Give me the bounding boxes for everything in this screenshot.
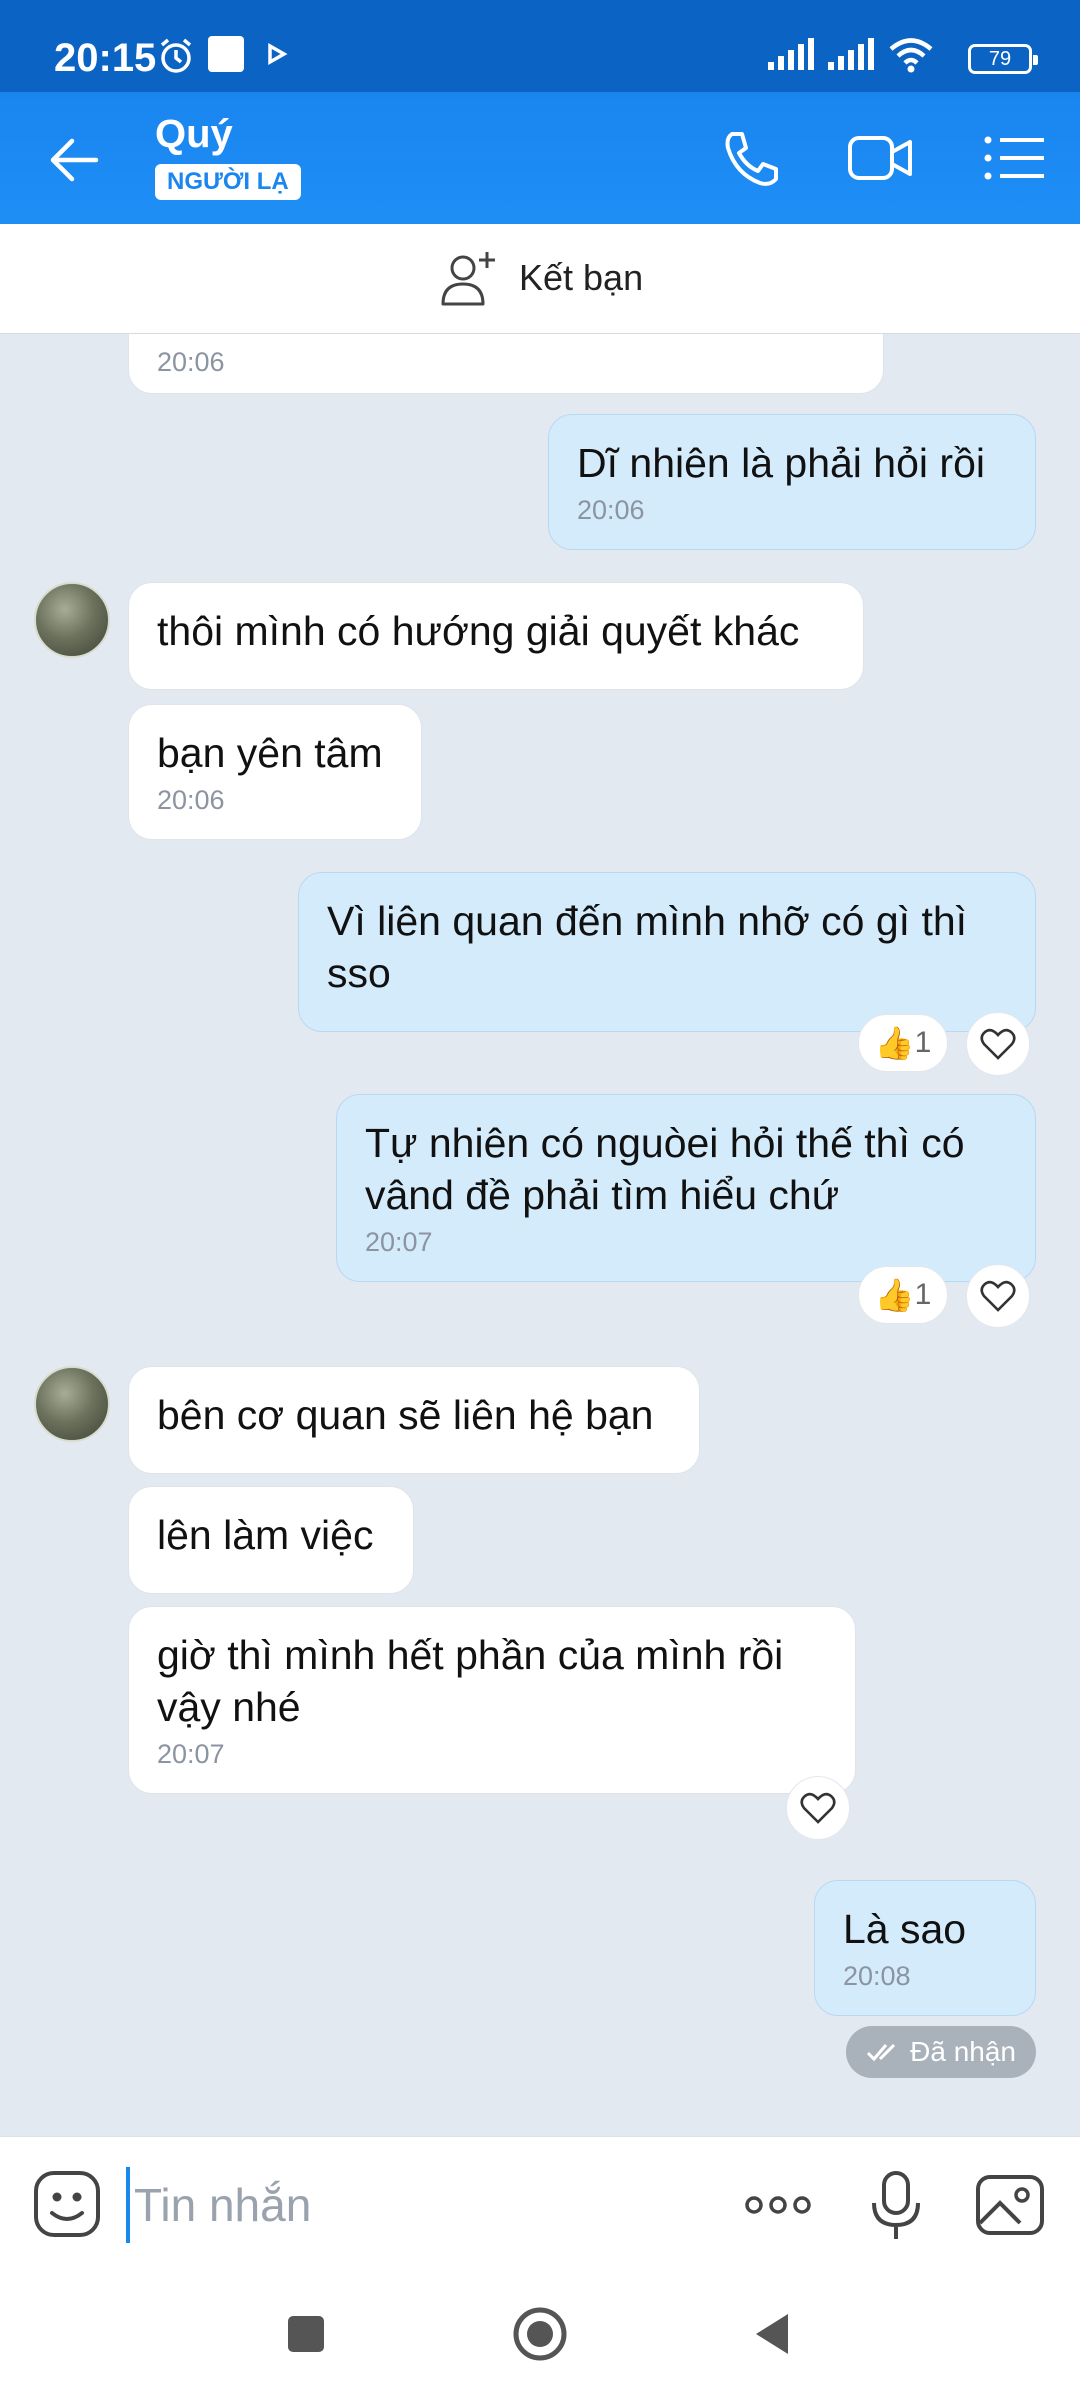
message-list: 20:06 Dĩ nhiên là phải hỏi rồi 20:06 thô…: [0, 334, 1080, 2134]
heart-icon[interactable]: [786, 1776, 850, 1840]
message-text: Dĩ nhiên là phải hỏi rồi: [577, 440, 985, 486]
message-text: Vì liên quan đến mình nhỡ có gì thì sso: [327, 898, 968, 996]
message-text: bạn yên tâm: [157, 730, 383, 776]
play-icon: [268, 42, 288, 66]
message-bubble-incoming[interactable]: 20:06: [128, 334, 884, 394]
image-icon[interactable]: [972, 2167, 1048, 2243]
message-text: Là sao: [843, 1906, 967, 1952]
message-time: 20:07: [157, 1739, 225, 1769]
signal-icon-2: [828, 38, 874, 70]
status-time: 20:15: [54, 36, 157, 80]
microphone-icon[interactable]: [858, 2167, 934, 2243]
battery-icon: 79: [968, 44, 1038, 74]
message-bubble-incoming[interactable]: giờ thì mình hết phần của mình rồi vậy n…: [128, 1606, 856, 1794]
signal-icon: [768, 38, 814, 70]
message-bubble-incoming[interactable]: bên cơ quan sẽ liên hệ bạn: [128, 1366, 700, 1474]
video-call-icon[interactable]: [846, 126, 914, 190]
back-arrow-icon[interactable]: [46, 132, 102, 188]
message-text: Tự nhiên có nguòei hỏi thế thì có vând đ…: [365, 1120, 965, 1218]
more-icon[interactable]: [740, 2167, 816, 2243]
top-header: 20:15 79 Quý NGƯỜI LẠ: [0, 0, 1080, 224]
reaction-count[interactable]: 👍 1: [858, 1266, 948, 1324]
heart-icon[interactable]: [966, 1264, 1030, 1328]
message-input[interactable]: [126, 2167, 706, 2243]
add-friend-icon: [441, 252, 495, 306]
message-bubble-outgoing[interactable]: Tự nhiên có nguòei hỏi thế thì có vând đ…: [336, 1094, 1036, 1282]
home-button-icon[interactable]: [508, 2302, 572, 2366]
double-check-icon: [867, 2043, 896, 2062]
delivered-status: Đã nhận: [846, 2026, 1036, 2078]
menu-icon[interactable]: [980, 126, 1048, 190]
message-bubble-incoming[interactable]: bạn yên tâm 20:06: [128, 704, 422, 840]
thumbs-up-icon: 👍: [874, 1277, 915, 1313]
alarm-icon: [160, 38, 192, 73]
message-text: bên cơ quan sẽ liên hệ bạn: [157, 1392, 654, 1438]
wifi-icon: [889, 38, 933, 73]
message-time: 20:06: [157, 347, 225, 377]
avatar[interactable]: [34, 1366, 110, 1442]
message-time: 20:08: [843, 1961, 911, 1991]
delivered-label: Đã nhận: [910, 2036, 1016, 2067]
add-friend-label: Kết bạn: [519, 257, 644, 298]
message-bubble-incoming[interactable]: thôi mình có hướng giải quyết khác: [128, 582, 864, 690]
message-text: giờ thì mình hết phần của mình rồi vậy n…: [157, 1632, 784, 1730]
message-time: 20:06: [577, 495, 645, 525]
message-text: lên làm việc: [157, 1512, 374, 1558]
message-composer: [0, 2136, 1080, 2274]
thumbs-up-icon: 👍: [874, 1025, 915, 1061]
message-time: 20:06: [157, 785, 225, 815]
system-navigation-bar: [0, 2274, 1080, 2400]
sticker-icon[interactable]: [30, 2167, 106, 2243]
status-bar: 20:15 79: [0, 0, 1080, 92]
add-friend-button[interactable]: Kết bạn: [437, 248, 643, 308]
avatar[interactable]: [34, 582, 110, 658]
back-button-icon[interactable]: [742, 2302, 806, 2366]
heart-icon[interactable]: [966, 1012, 1030, 1076]
contact-name[interactable]: Quý: [155, 112, 233, 157]
add-friend-bar: Kết bạn: [0, 224, 1080, 334]
message-bubble-outgoing[interactable]: Dĩ nhiên là phải hỏi rồi 20:06: [548, 414, 1036, 550]
chat-navbar: Quý NGƯỜI LẠ: [0, 92, 1080, 224]
message-time: 20:07: [365, 1227, 433, 1257]
recents-button-icon[interactable]: [274, 2302, 338, 2366]
notification-square-icon: [208, 36, 244, 72]
message-text: thôi mình có hướng giải quyết khác: [157, 608, 800, 654]
reaction-count[interactable]: 👍 1: [858, 1014, 948, 1072]
message-bubble-outgoing[interactable]: Vì liên quan đến mình nhỡ có gì thì sso: [298, 872, 1036, 1032]
message-bubble-incoming[interactable]: lên làm việc: [128, 1486, 414, 1594]
stranger-badge: NGƯỜI LẠ: [155, 164, 301, 200]
phone-icon[interactable]: [718, 126, 786, 190]
message-bubble-outgoing[interactable]: Là sao 20:08: [814, 1880, 1036, 2016]
